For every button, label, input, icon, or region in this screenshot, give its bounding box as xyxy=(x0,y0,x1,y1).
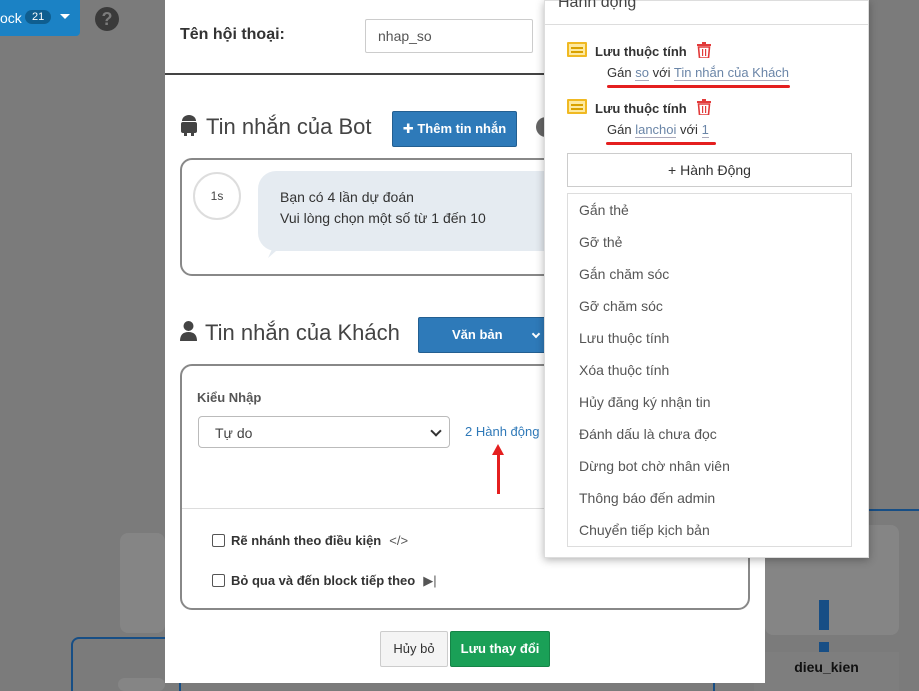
add-action-button[interactable]: + Hành Động xyxy=(567,153,852,187)
user-icon xyxy=(180,321,197,347)
menu-item-save-attribute[interactable]: Lưu thuộc tính xyxy=(579,330,669,346)
save-button[interactable]: Lưu thay đổi xyxy=(450,631,550,667)
detail-prefix: Gán xyxy=(607,65,632,80)
input-type-label: Kiểu Nhập xyxy=(197,390,262,405)
actions-link[interactable]: 2 Hành động xyxy=(465,424,539,439)
menu-item-untag[interactable]: Gỡ thẻ xyxy=(579,234,622,250)
branch-option[interactable]: Rẽ nhánh theo điều kiện </> xyxy=(212,533,408,548)
input-type-button-label: Văn bản xyxy=(452,327,503,342)
canvas-connector xyxy=(819,600,829,630)
delay-badge[interactable]: 1s xyxy=(193,172,241,220)
skip-forward-icon: ▶| xyxy=(423,573,437,588)
branch-option-label: Rẽ nhánh theo điều kiện xyxy=(231,533,382,548)
attribute-token[interactable]: so xyxy=(635,65,649,81)
action-type-menu: Gắn thẻ Gỡ thẻ Gắn chăm sóc Gỡ chăm sóc … xyxy=(567,193,852,547)
skip-checkbox[interactable] xyxy=(212,574,225,587)
block-dropdown-button[interactable]: ock 21 xyxy=(0,0,80,36)
canvas-node-label[interactable]: dieu_kien xyxy=(754,652,899,691)
skip-option-label: Bỏ qua và đến block tiếp theo xyxy=(231,573,416,588)
help-icon[interactable]: ? xyxy=(95,7,119,31)
user-section-label: Tin nhắn của Khách xyxy=(205,320,400,345)
action-detail: Gán lanchoi với 1 xyxy=(607,122,709,138)
annotation-arrow xyxy=(497,452,500,494)
annotation-underline xyxy=(607,85,790,88)
menu-item-remove-care[interactable]: Gỡ chăm sóc xyxy=(579,298,663,314)
branch-checkbox[interactable] xyxy=(212,534,225,547)
value-token[interactable]: Tin nhắn của Khách xyxy=(673,65,790,81)
menu-item-assign-care[interactable]: Gắn chăm sóc xyxy=(579,266,669,282)
skip-option[interactable]: Bỏ qua và đến block tiếp theo ▶| xyxy=(212,573,437,589)
conversation-name-label: Tên hội thoại: xyxy=(180,26,285,43)
menu-item-forward-script[interactable]: Chuyển tiếp kịch bản xyxy=(579,522,710,538)
input-type-select[interactable]: Tự do xyxy=(198,416,450,448)
menu-item-mark-unread[interactable]: Đánh dấu là chưa đọc xyxy=(579,426,717,442)
bot-section-title: Tin nhắn của Bot xyxy=(180,114,372,142)
trash-icon[interactable] xyxy=(697,99,711,116)
cancel-button[interactable]: Hủy bỏ xyxy=(380,631,448,667)
actions-panel: Hành động Lưu thuộc tính Gán so với Tin … xyxy=(544,0,869,558)
block-count-badge: 21 xyxy=(25,10,52,24)
annotation-underline xyxy=(606,142,716,145)
input-type-value: Tự do xyxy=(215,425,253,441)
action-name: Lưu thuộc tính xyxy=(595,44,687,59)
code-icon: </> xyxy=(389,533,409,548)
conversation-name-input[interactable] xyxy=(365,19,533,53)
detail-mid: với xyxy=(680,122,698,137)
plus-icon: ✚ xyxy=(402,121,414,136)
action-name: Lưu thuộc tính xyxy=(595,101,687,116)
canvas-block-card[interactable] xyxy=(120,533,165,633)
menu-item-stop-bot[interactable]: Dừng bot chờ nhân viên xyxy=(579,458,730,474)
menu-item-tag[interactable]: Gắn thẻ xyxy=(579,202,629,218)
top-toolbar: ock 21 ? xyxy=(0,0,165,38)
detail-mid: với xyxy=(652,65,671,80)
block-button-label: ock xyxy=(0,10,22,26)
android-icon xyxy=(180,114,198,142)
add-message-label: Thêm tin nhắn xyxy=(417,121,507,136)
id-card-icon xyxy=(567,99,587,114)
menu-item-notify-admin[interactable]: Thông báo đến admin xyxy=(579,490,715,506)
id-card-icon xyxy=(567,42,587,57)
attribute-token[interactable]: lanchoi xyxy=(635,122,677,138)
action-detail: Gán so với Tin nhắn của Khách xyxy=(607,65,790,81)
menu-item-unsubscribe[interactable]: Hủy đăng ký nhận tin xyxy=(579,394,711,410)
input-type-button[interactable]: Văn bản xyxy=(418,317,548,353)
actions-panel-title: Hành động xyxy=(545,0,868,25)
chevron-down-icon xyxy=(531,329,541,339)
add-message-button[interactable]: ✚ Thêm tin nhắn xyxy=(392,111,517,147)
trash-icon[interactable] xyxy=(697,42,711,59)
chevron-down-icon xyxy=(430,425,442,437)
bot-section-label: Tin nhắn của Bot xyxy=(206,114,372,139)
value-token[interactable]: 1 xyxy=(701,122,709,138)
user-section-title: Tin nhắn của Khách xyxy=(180,320,400,347)
chevron-down-icon xyxy=(60,14,70,19)
menu-item-delete-attribute[interactable]: Xóa thuộc tính xyxy=(579,362,669,378)
detail-prefix: Gán xyxy=(607,122,632,137)
